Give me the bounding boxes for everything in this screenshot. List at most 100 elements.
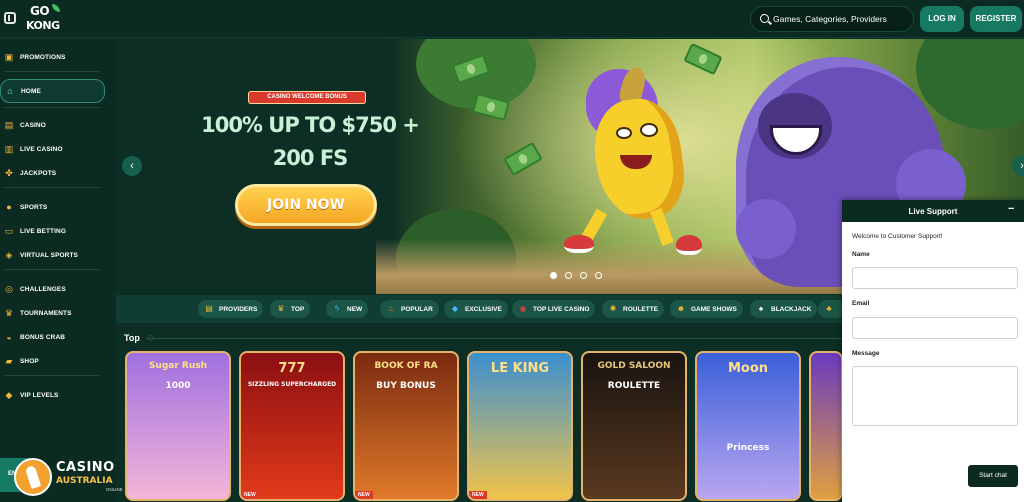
name-label: Name [852, 251, 870, 258]
sidebar-item-sports[interactable]: ● SPORTS [0, 195, 112, 219]
new-badge: NEW [355, 491, 373, 499]
banana-eye [640, 123, 658, 137]
game-subtitle: Princess [726, 443, 770, 453]
sidebar-item-label: SHOP [20, 357, 39, 365]
sidebar-item-live-betting[interactable]: ▭ LIVE BETTING [0, 219, 112, 243]
leaf-icon [52, 4, 60, 12]
sidebar-item-label: HOME [21, 87, 41, 95]
virtual-sports-icon: ◈ [5, 250, 13, 260]
category-top-live-casino[interactable]: ◉ TOP LIVE CASINO [512, 300, 596, 318]
sidebar-item-label: TOURNAMENTS [20, 309, 72, 317]
sidebar-item-label: LIVE BETTING [20, 227, 66, 235]
sidebar-divider [4, 71, 100, 72]
sidebar-item-label: VIP LEVELS [20, 391, 59, 399]
sidebar-item-virtual-sports[interactable]: ◈ VIRTUAL SPORTS [0, 243, 112, 267]
register-button[interactable]: REGISTER [970, 6, 1022, 32]
carousel-dot[interactable] [550, 272, 557, 279]
new-badge: NEW [241, 491, 259, 499]
category-providers[interactable]: ▤ PROVIDERS [198, 300, 264, 318]
category-blackjack[interactable]: ♠ BLACKJACK [750, 300, 818, 318]
sidebar-divider [4, 107, 100, 108]
start-chat-button[interactable]: Start chat [968, 465, 1018, 487]
message-field[interactable] [852, 366, 1018, 426]
new-badge: NEW [469, 491, 487, 499]
game-title: Sugar Rush [148, 361, 208, 371]
mask-icon: ☻ [676, 304, 686, 313]
sidebar-item-shop[interactable]: ▰ SHOP [0, 349, 112, 373]
game-title: LE KING [490, 361, 550, 376]
category-label: ROULETTE [623, 305, 659, 313]
logo-text-top: GO [30, 4, 50, 18]
live-betting-icon: ▭ [4, 226, 14, 236]
category-label: TOP [291, 305, 305, 313]
kangaroo-logo-icon [14, 458, 52, 496]
roulette-icon: ✺ [609, 304, 617, 313]
sidebar-item-promotions[interactable]: ▣ PROMOTIONS [0, 45, 112, 69]
carousel-dot[interactable] [565, 272, 572, 279]
sidebar-item-tournaments[interactable]: ♛ TOURNAMENTS [0, 301, 112, 325]
badge-line3: ONLINE [106, 487, 123, 492]
game-tile[interactable]: 777 SIZZLING SUPERCHARGED NEW [239, 351, 345, 501]
sidebar-item-live-casino[interactable]: ▥ LIVE CASINO [0, 137, 112, 161]
game-tile[interactable]: Sugar Rush 1000 [125, 351, 231, 501]
badge-line2: AUSTRALIA [56, 476, 113, 486]
live-support-panel: Live Support − Welcome to Customer Suppo… [842, 200, 1024, 502]
bonus-headline: 100% UP TO $750 + [201, 113, 420, 137]
email-label: Email [852, 300, 870, 307]
sidebar-item-challenges[interactable]: ◎ CHALLENGES [0, 277, 112, 301]
carousel-dot[interactable] [580, 272, 587, 279]
category-game-shows[interactable]: ☻ GAME SHOWS [670, 300, 743, 318]
game-title: BOOK OF RA [374, 361, 438, 371]
sidebar-item-vip-levels[interactable]: ◆ VIP LEVELS [0, 383, 112, 407]
sidebar: ▣ PROMOTIONS ⌂ HOME ▤ CASINO ▥ LIVE CASI… [0, 39, 115, 502]
category-exclusive[interactable]: ◆ EXCLUSIVE [444, 300, 508, 318]
clover-icon: ✤ [5, 168, 13, 178]
sidebar-item-jackpots[interactable]: ✤ JACKPOTS [0, 161, 112, 185]
live-casino-icon: ▥ [4, 144, 14, 154]
game-title: Moon [727, 361, 769, 376]
sidebar-item-label: VIRTUAL SPORTS [20, 251, 78, 259]
game-tile[interactable]: GOLD SALOON ROULETTE [581, 351, 687, 501]
game-tile[interactable]: BIG [809, 351, 843, 501]
search-input[interactable] [773, 11, 909, 27]
sidebar-item-home[interactable]: ⌂ HOME [0, 79, 105, 103]
casino-australia-badge: CASINO AUSTRALIA ONLINE [14, 458, 123, 498]
sidebar-divider [4, 269, 100, 270]
carousel-prev-button[interactable]: ‹ [122, 156, 142, 176]
welcome-bonus-badge: CASINO WELCOME BONUS [248, 91, 366, 104]
game-subtitle: SIZZLING SUPERCHARGED [247, 381, 337, 388]
category-label: NEW [347, 305, 363, 313]
sidebar-item-label: PROMOTIONS [20, 53, 66, 61]
badge-line1: CASINO [56, 460, 115, 475]
banana-eye [616, 127, 632, 139]
category-popular[interactable]: ♨ POPULAR [380, 300, 439, 318]
category-new[interactable]: ϟ NEW [326, 300, 369, 318]
header: GO KONG LOG IN REGISTER [0, 0, 1024, 38]
scroll-icon: ▤ [205, 304, 213, 313]
game-tile[interactable]: Moon Princess [695, 351, 801, 501]
game-tile[interactable]: LE KING NEW [467, 351, 573, 501]
sidebar-item-casino[interactable]: ▤ CASINO [0, 113, 112, 137]
more-icon: ♣ [826, 304, 832, 313]
carousel-dot[interactable] [595, 272, 602, 279]
sidebar-item-bonus-crab[interactable]: ◒ BONUS CRAB [0, 325, 112, 349]
target-icon: ◎ [5, 284, 13, 294]
category-roulette[interactable]: ✺ ROULETTE [602, 300, 665, 318]
gokong-logo[interactable]: GO KONG [24, 4, 64, 34]
category-top[interactable]: ♛ TOP [270, 300, 311, 318]
game-tile[interactable]: BOOK OF RA BUY BONUS NEW [353, 351, 459, 501]
game-subtitle: 1000 [165, 381, 191, 391]
email-field[interactable] [852, 317, 1018, 339]
game-title: 777 [278, 361, 306, 376]
live-support-header: Live Support − [842, 200, 1024, 222]
name-field[interactable] [852, 267, 1018, 289]
login-button[interactable]: LOG IN [920, 6, 964, 32]
category-label: TOP LIVE CASINO [533, 305, 590, 313]
search-bar[interactable] [750, 6, 914, 32]
join-now-button[interactable]: JOIN NOW [235, 184, 377, 226]
menu-toggle-icon[interactable] [4, 12, 16, 24]
sidebar-item-label: SPORTS [20, 203, 48, 211]
minimize-button[interactable]: − [1008, 203, 1014, 215]
crown-icon: ♛ [277, 304, 285, 313]
sneaker [564, 235, 594, 253]
